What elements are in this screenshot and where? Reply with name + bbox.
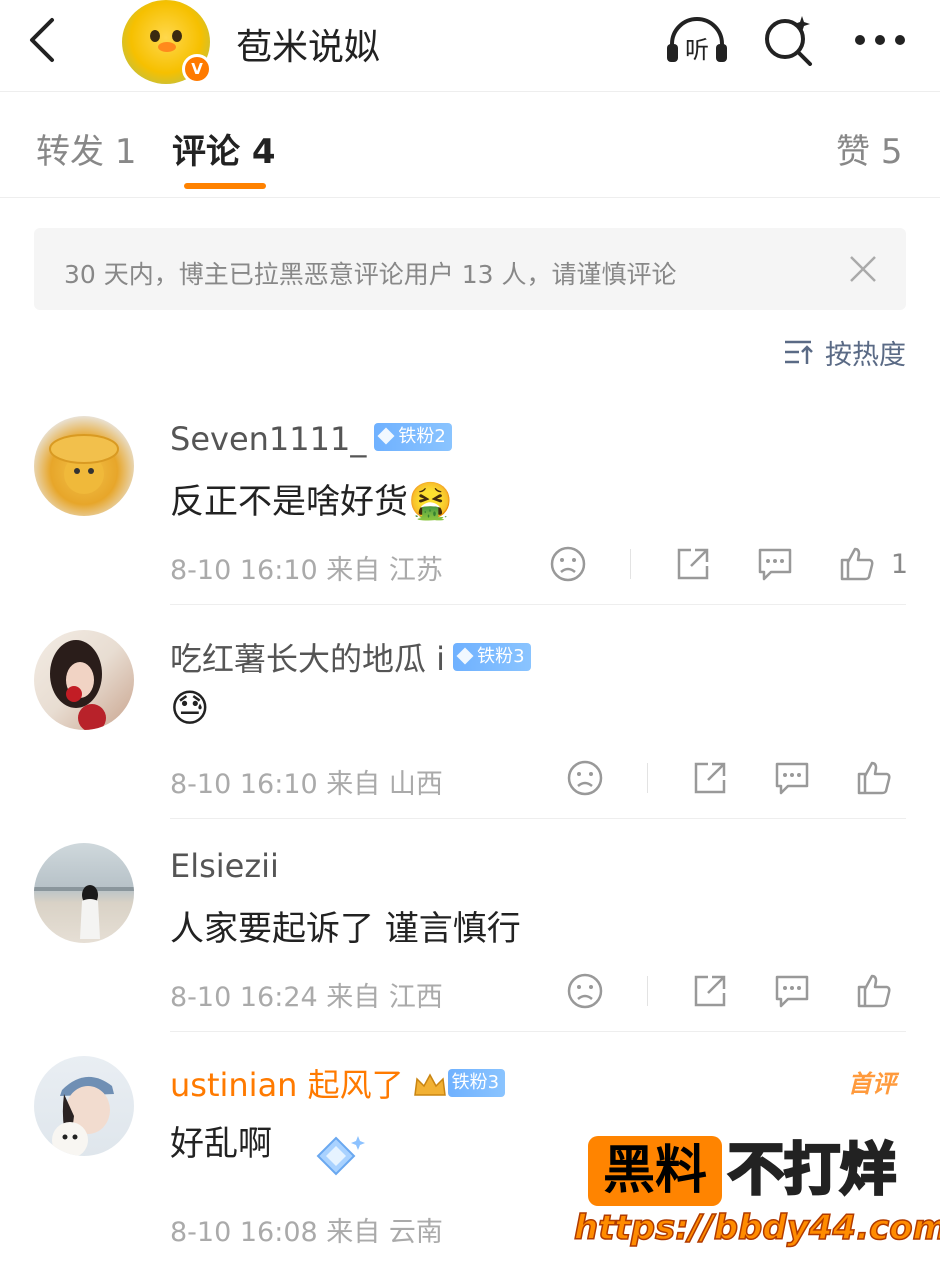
like-thumb-icon[interactable] [837, 544, 877, 584]
sweat-emoji: 😓 [170, 686, 210, 730]
avatar[interactable] [34, 843, 134, 943]
share-icon[interactable] [690, 971, 730, 1011]
like-thumb-icon[interactable] [854, 971, 894, 1011]
fan-badge: 铁粉2 [374, 423, 452, 451]
notice-text: 30 天内，博主已拉黑恶意评论用户 13 人，请谨慎评论 [64, 260, 677, 289]
diamond-icon [456, 647, 474, 665]
like-thumb-icon[interactable] [854, 758, 894, 798]
comment-item: 吃红薯长大的地瓜 i 铁粉3 😓 8-10 16:10 来自 山西 [0, 630, 940, 820]
dislike-face-icon[interactable] [548, 544, 588, 584]
comment-username[interactable]: Seven1111_ 铁粉2 [170, 420, 452, 458]
comment-meta: 8-10 16:10 来自 江苏 [170, 555, 443, 586]
tab-likes[interactable]: 赞 5 [836, 124, 902, 173]
reply-icon[interactable] [772, 758, 812, 798]
comment-item: Elsiezii 人家要起诉了 谨言慎行 8-10 16:24 来自 江西 [0, 843, 940, 1033]
active-tab-indicator [184, 183, 266, 189]
comment-actions: 1 [506, 544, 908, 584]
share-icon[interactable] [690, 758, 730, 798]
avatar[interactable] [34, 630, 134, 730]
like-count: 1 [890, 548, 908, 580]
divider [170, 1031, 906, 1032]
blocked-users-notice: 30 天内，博主已拉黑恶意评论用户 13 人，请谨慎评论 [34, 228, 906, 310]
divider [170, 818, 906, 819]
avatar[interactable] [34, 416, 134, 516]
bear-avatar-illustration [49, 434, 119, 494]
comment-meta: 8-10 16:08 来自 云南 [170, 1217, 443, 1248]
account-name[interactable]: 苞米说姒 [236, 18, 380, 70]
more-dots-icon[interactable] [852, 14, 908, 66]
sort-icon [785, 340, 813, 364]
comment-actions [523, 758, 908, 798]
listen-headphones-icon[interactable]: 听 [664, 14, 730, 66]
comment-meta: 8-10 16:10 来自 山西 [170, 769, 443, 800]
fan-badge: 铁粉3 [447, 1069, 506, 1097]
portrait-photo [50, 640, 106, 730]
vomit-emoji: 🤮 [408, 481, 453, 522]
share-icon[interactable] [673, 544, 713, 584]
back-arrow-icon[interactable] [22, 14, 66, 66]
sort-label: 按热度 [825, 339, 906, 371]
reply-icon[interactable] [755, 544, 795, 584]
comment-text: 人家要起诉了 谨言慎行 [170, 909, 521, 949]
comment-username[interactable]: ustinian 起风了 铁粉3 [170, 1060, 506, 1106]
comment-item: Seven1111_ 铁粉2 反正不是啥好货🤮 8-10 16:10 来自 江苏 … [0, 416, 940, 606]
comment-meta: 8-10 16:24 来自 江西 [170, 982, 443, 1013]
diamond-icon [377, 427, 395, 445]
comment-tabs: 转发 1 评论 4 赞 5 [0, 92, 940, 198]
diamond-sticker-icon [316, 1136, 365, 1176]
search-sparkle-icon[interactable] [762, 14, 816, 66]
comment-text: 反正不是啥好货🤮 [170, 481, 453, 522]
reply-icon[interactable] [772, 971, 812, 1011]
watermark-text: 不打烊 [727, 1137, 898, 1205]
comment-username[interactable]: 吃红薯长大的地瓜 i 铁粉3 [170, 634, 531, 680]
comment-actions [523, 971, 908, 1011]
top-bar: V 苞米说姒 听 [0, 0, 940, 92]
tab-reposts[interactable]: 转发 1 [36, 124, 136, 173]
portrait-with-dog-photo [52, 1076, 114, 1156]
comment-text: 好乱啊 [170, 1124, 272, 1164]
crown-icon [412, 1069, 448, 1097]
tab-comments[interactable]: 评论 4 [172, 124, 276, 173]
sort-by-hot-button[interactable]: 按热度 [783, 334, 906, 371]
divider [170, 604, 906, 605]
comment-username[interactable]: Elsiezii [170, 847, 279, 885]
dislike-face-icon[interactable] [565, 971, 605, 1011]
watermark-logo: 黑料 [588, 1136, 722, 1206]
avatar[interactable] [34, 1056, 134, 1156]
watermark-url: https://bbdy44.com [573, 1207, 940, 1249]
svg-text:听: 听 [685, 36, 709, 64]
dislike-face-icon[interactable] [565, 758, 605, 798]
first-comment-badge: 首评 [848, 1070, 896, 1098]
close-icon[interactable] [846, 252, 880, 286]
beach-photo [34, 885, 134, 939]
verified-badge: V [182, 54, 212, 84]
fan-badge: 铁粉3 [453, 643, 531, 671]
